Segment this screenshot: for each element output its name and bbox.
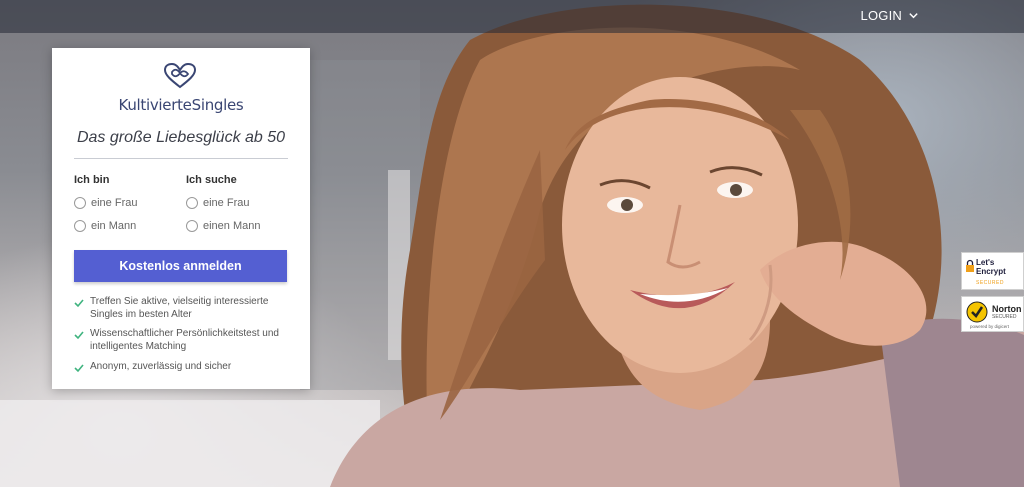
feature-item: Wissenschaftlicher Persönlichkeitstest u… xyxy=(74,328,294,353)
norton-title: Norton xyxy=(992,304,1022,314)
divider xyxy=(74,158,288,159)
feature-text: Wissenschaftlicher Persönlichkeitstest u… xyxy=(90,328,279,352)
signup-button[interactable]: Kostenlos anmelden xyxy=(74,250,287,282)
top-nav-bar: LOGIN xyxy=(0,0,1024,33)
brand-name: KultivierteSingles xyxy=(118,96,244,114)
chevron-down-icon xyxy=(909,13,918,19)
seeking-option-man[interactable]: einen Mann xyxy=(186,220,261,232)
radio-i-am-woman[interactable] xyxy=(74,197,86,209)
radio-seeking-man[interactable] xyxy=(186,220,198,232)
checkmark-icon xyxy=(74,299,84,308)
lock-icon xyxy=(966,259,974,272)
letsencrypt-sub: SECURED xyxy=(976,280,1004,286)
norton-check-icon xyxy=(966,301,988,323)
login-button[interactable]: LOGIN xyxy=(861,8,919,23)
i-am-option-man[interactable]: ein Mann xyxy=(74,220,136,232)
letsencrypt-line2: Encrypt xyxy=(976,267,1006,276)
letsencrypt-badge[interactable]: Let's Encrypt SECURED xyxy=(961,252,1024,290)
seeking-option-man-label: einen Mann xyxy=(203,220,261,232)
norton-powered: powered by digicert xyxy=(970,324,1010,329)
i-am-option-woman[interactable]: eine Frau xyxy=(74,197,137,209)
radio-i-am-man[interactable] xyxy=(74,220,86,232)
letsencrypt-line1: Let's xyxy=(976,258,995,267)
radio-seeking-woman[interactable] xyxy=(186,197,198,209)
feature-item: Anonym, zuverlässig und sicher xyxy=(74,361,294,374)
feature-text: Anonym, zuverlässig und sicher xyxy=(90,361,232,372)
norton-badge[interactable]: Norton SECURED powered by digicert xyxy=(961,296,1024,332)
i-am-option-man-label: ein Mann xyxy=(91,220,137,232)
feature-item: Treffen Sie aktive, vielseitig interessi… xyxy=(74,296,294,321)
checkmark-icon xyxy=(74,331,84,340)
i-am-option-woman-label: eine Frau xyxy=(91,197,138,209)
seeking-heading: Ich suche xyxy=(186,174,237,186)
seeking-option-woman[interactable]: eine Frau xyxy=(186,197,249,209)
signup-card: KultivierteSingles Das große Liebesglück… xyxy=(52,48,310,389)
tagline: Das große Liebesglück ab 50 xyxy=(76,129,286,146)
feature-text: Treffen Sie aktive, vielseitig interessi… xyxy=(90,296,269,320)
seeking-option-woman-label: eine Frau xyxy=(203,197,250,209)
i-am-heading: Ich bin xyxy=(74,174,110,186)
norton-sub: SECURED xyxy=(992,314,1017,320)
login-label: LOGIN xyxy=(860,8,902,23)
heart-infinity-icon xyxy=(163,62,197,89)
checkmark-icon xyxy=(74,364,84,373)
